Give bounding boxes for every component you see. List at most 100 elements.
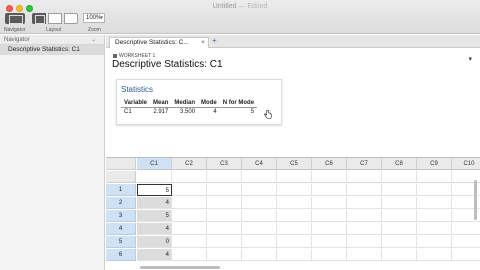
grid-cell[interactable] xyxy=(242,210,277,222)
column-name-cell[interactable] xyxy=(312,171,347,183)
grid-cell[interactable] xyxy=(242,249,277,261)
grid-cell[interactable] xyxy=(347,223,382,235)
column-header[interactable]: C1 xyxy=(137,158,172,170)
grid-cell[interactable] xyxy=(312,223,347,235)
grid-cell[interactable] xyxy=(382,236,417,248)
column-header[interactable]: C5 xyxy=(277,158,312,170)
grid-cell[interactable] xyxy=(382,249,417,261)
grid-cell[interactable] xyxy=(242,236,277,248)
vertical-scrollbar[interactable] xyxy=(474,180,477,220)
grid-cell[interactable] xyxy=(207,184,242,196)
grid-cell[interactable] xyxy=(312,210,347,222)
grid-cell[interactable] xyxy=(277,210,312,222)
row-header[interactable]: 2 xyxy=(106,197,136,209)
grid-cell[interactable] xyxy=(417,197,452,209)
grid-cell[interactable] xyxy=(312,184,347,196)
row-header[interactable]: 6 xyxy=(106,249,136,261)
grid-cell[interactable] xyxy=(452,236,480,248)
navigator-item-descriptive-statistics[interactable]: Descriptive Statistics: C1 xyxy=(0,45,104,55)
column-name-cell[interactable] xyxy=(207,171,242,183)
grid-cell[interactable] xyxy=(172,184,207,196)
column-name-cell[interactable] xyxy=(382,171,417,183)
tab-descriptive-statistics[interactable]: Descriptive Statistics: C... × xyxy=(109,37,209,48)
grid-cell[interactable] xyxy=(172,236,207,248)
column-name-cell[interactable] xyxy=(137,171,172,183)
worksheet-icon xyxy=(113,53,117,58)
grid-cell[interactable]: 4 xyxy=(137,249,172,261)
grid-cell[interactable] xyxy=(312,249,347,261)
grid-cell[interactable] xyxy=(312,236,347,248)
grid-cell[interactable] xyxy=(312,197,347,209)
grid-cell[interactable] xyxy=(207,249,242,261)
header-n-for-mode: N for Mode xyxy=(219,99,258,108)
grid-cell[interactable] xyxy=(417,223,452,235)
add-tab-icon[interactable]: + xyxy=(212,36,217,45)
grid-cell[interactable] xyxy=(242,184,277,196)
column-name-cell[interactable] xyxy=(172,171,207,183)
grid-cell[interactable] xyxy=(172,223,207,235)
chevron-down-icon[interactable]: ⌄ xyxy=(91,35,96,45)
grid-cell[interactable]: 5 xyxy=(137,210,172,222)
column-header[interactable]: C3 xyxy=(207,158,242,170)
grid-cell[interactable] xyxy=(277,184,312,196)
grid-cell[interactable] xyxy=(277,236,312,248)
grid-corner[interactable] xyxy=(106,158,136,170)
grid-cell[interactable] xyxy=(172,197,207,209)
grid-cell[interactable] xyxy=(347,210,382,222)
column-name-cell[interactable] xyxy=(277,171,312,183)
grid-cell[interactable] xyxy=(452,223,480,235)
grid-cell[interactable] xyxy=(417,184,452,196)
column-name-cell[interactable] xyxy=(417,171,452,183)
grid-cell[interactable] xyxy=(242,223,277,235)
grid-cell[interactable] xyxy=(382,184,417,196)
layout-output-button[interactable] xyxy=(64,13,78,24)
row-header[interactable]: 5 xyxy=(106,236,136,248)
grid-cell[interactable] xyxy=(277,249,312,261)
name-row-corner xyxy=(106,171,136,183)
grid-cell[interactable]: 5 xyxy=(137,184,172,196)
row-header[interactable]: 1 xyxy=(106,184,136,196)
grid-cell[interactable] xyxy=(347,249,382,261)
grid-cell[interactable] xyxy=(382,197,417,209)
grid-cell[interactable] xyxy=(347,184,382,196)
grid-cell[interactable] xyxy=(207,236,242,248)
row-header[interactable]: 4 xyxy=(106,223,136,235)
column-name-cell[interactable] xyxy=(347,171,382,183)
column-name-cell[interactable] xyxy=(242,171,277,183)
grid-cell[interactable]: 4 xyxy=(137,223,172,235)
layout-split-button[interactable] xyxy=(48,13,62,24)
layout-single-button[interactable] xyxy=(32,13,46,24)
grid-cell[interactable] xyxy=(452,249,480,261)
grid-cell[interactable] xyxy=(347,197,382,209)
grid-cell[interactable] xyxy=(382,223,417,235)
grid-cell[interactable] xyxy=(172,249,207,261)
close-icon[interactable]: × xyxy=(201,38,205,48)
grid-cell[interactable] xyxy=(417,236,452,248)
grid-cell[interactable] xyxy=(417,210,452,222)
grid-cell[interactable] xyxy=(277,197,312,209)
grid-cell[interactable] xyxy=(382,210,417,222)
grid-cell[interactable] xyxy=(347,236,382,248)
zoom-select[interactable]: 100% ▾ xyxy=(83,13,105,23)
window-edited-suffix: — Edited xyxy=(238,3,268,10)
grid-cell[interactable]: 4 xyxy=(137,197,172,209)
navigator-toggle-button[interactable] xyxy=(5,13,25,24)
grid-cell[interactable] xyxy=(172,210,207,222)
horizontal-scrollbar[interactable] xyxy=(140,266,220,269)
column-header[interactable]: C9 xyxy=(417,158,452,170)
column-header[interactable]: C8 xyxy=(382,158,417,170)
column-header[interactable]: C7 xyxy=(347,158,382,170)
grid-cell[interactable] xyxy=(207,223,242,235)
column-header[interactable]: C4 xyxy=(242,158,277,170)
grid-cell[interactable] xyxy=(207,210,242,222)
grid-cell[interactable] xyxy=(207,197,242,209)
grid-cell[interactable] xyxy=(242,197,277,209)
column-header[interactable]: C2 xyxy=(172,158,207,170)
grid-cell[interactable] xyxy=(277,223,312,235)
grid-cell[interactable] xyxy=(417,249,452,261)
output-menu-icon[interactable]: ▾ xyxy=(468,55,472,63)
column-header[interactable]: C10 xyxy=(452,158,480,170)
row-header[interactable]: 3 xyxy=(106,210,136,222)
column-header[interactable]: C6 xyxy=(312,158,347,170)
grid-cell[interactable]: 0 xyxy=(137,236,172,248)
